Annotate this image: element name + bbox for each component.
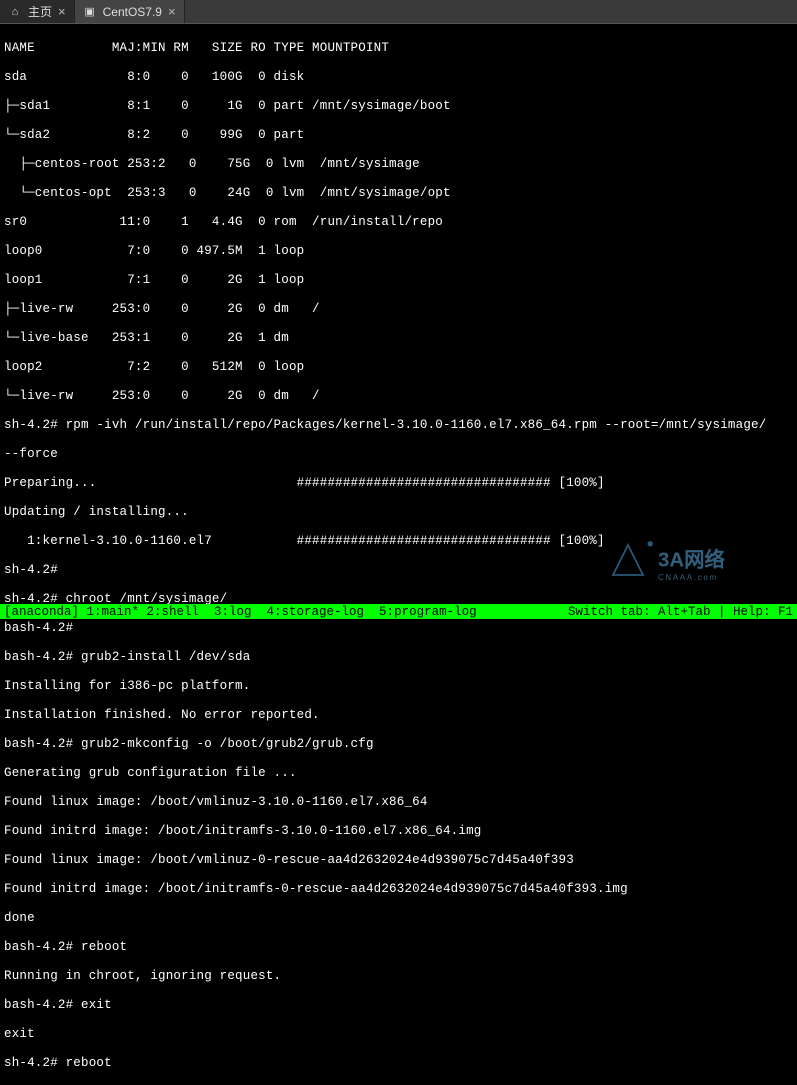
term-line: Generating grub configuration file ... (4, 766, 793, 781)
device-row: ├─sda1 8:1 0 1G 0 part /mnt/sysimage/boo… (4, 99, 793, 114)
term-line: bash-4.2# exit (4, 998, 793, 1013)
terminal-output[interactable]: NAME MAJ:MIN RM SIZE RO TYPE MOUNTPOINT … (0, 24, 797, 1085)
status-left: [anaconda] 1:main* 2:shell 3:log 4:stora… (4, 605, 477, 619)
vm-icon: ▣ (83, 5, 97, 19)
term-line: sh-4.2# (4, 563, 793, 578)
term-line: bash-4.2# reboot (4, 940, 793, 955)
term-line: Preparing... ###########################… (4, 476, 793, 491)
tab-label: CentOS7.9 (103, 5, 162, 19)
anaconda-status-bar: [anaconda] 1:main* 2:shell 3:log 4:stora… (0, 604, 797, 619)
term-line: bash-4.2# (4, 621, 793, 636)
term-line: Found initrd image: /boot/initramfs-0-re… (4, 882, 793, 897)
term-line: bash-4.2# grub2-mkconfig -o /boot/grub2/… (4, 737, 793, 752)
tab-label: 主页 (28, 3, 52, 20)
term-line: Found initrd image: /boot/initramfs-3.10… (4, 824, 793, 839)
home-icon: ⌂ (8, 5, 22, 19)
device-row: loop1 7:1 0 2G 1 loop (4, 273, 793, 288)
tab-bar: ⌂ 主页 × ▣ CentOS7.9 × (0, 0, 797, 24)
device-row: sr0 11:0 1 4.4G 0 rom /run/install/repo (4, 215, 793, 230)
term-line: 1:kernel-3.10.0-1160.el7 ###############… (4, 534, 793, 549)
lsblk-header: NAME MAJ:MIN RM SIZE RO TYPE MOUNTPOINT (4, 41, 793, 56)
status-right: Switch tab: Alt+Tab | Help: F1 (568, 605, 793, 619)
term-line: --force (4, 447, 793, 462)
device-row: └─live-base 253:1 0 2G 1 dm (4, 331, 793, 346)
term-line: Installation finished. No error reported… (4, 708, 793, 723)
device-row: loop2 7:2 0 512M 0 loop (4, 360, 793, 375)
term-line: done (4, 911, 793, 926)
device-row: ├─centos-root 253:2 0 75G 0 lvm /mnt/sys… (4, 157, 793, 172)
device-row: sda 8:0 0 100G 0 disk (4, 70, 793, 85)
term-line: exit (4, 1027, 793, 1042)
device-row: ├─live-rw 253:0 0 2G 0 dm / (4, 302, 793, 317)
term-line: sh-4.2# rpm -ivh /run/install/repo/Packa… (4, 418, 793, 433)
close-icon[interactable]: × (58, 4, 66, 19)
tab-centos[interactable]: ▣ CentOS7.9 × (75, 0, 185, 23)
tab-home[interactable]: ⌂ 主页 × (0, 0, 75, 23)
close-icon[interactable]: × (168, 4, 176, 19)
term-line: bash-4.2# grub2-install /dev/sda (4, 650, 793, 665)
term-line: Updating / installing... (4, 505, 793, 520)
term-line: Found linux image: /boot/vmlinuz-0-rescu… (4, 853, 793, 868)
term-line: Running in chroot, ignoring request. (4, 969, 793, 984)
term-line: Found linux image: /boot/vmlinuz-3.10.0-… (4, 795, 793, 810)
term-line: sh-4.2# reboot (4, 1056, 793, 1071)
device-row: └─live-rw 253:0 0 2G 0 dm / (4, 389, 793, 404)
device-row: └─centos-opt 253:3 0 24G 0 lvm /mnt/sysi… (4, 186, 793, 201)
device-row: loop0 7:0 0 497.5M 1 loop (4, 244, 793, 259)
device-row: └─sda2 8:2 0 99G 0 part (4, 128, 793, 143)
term-line: Installing for i386-pc platform. (4, 679, 793, 694)
